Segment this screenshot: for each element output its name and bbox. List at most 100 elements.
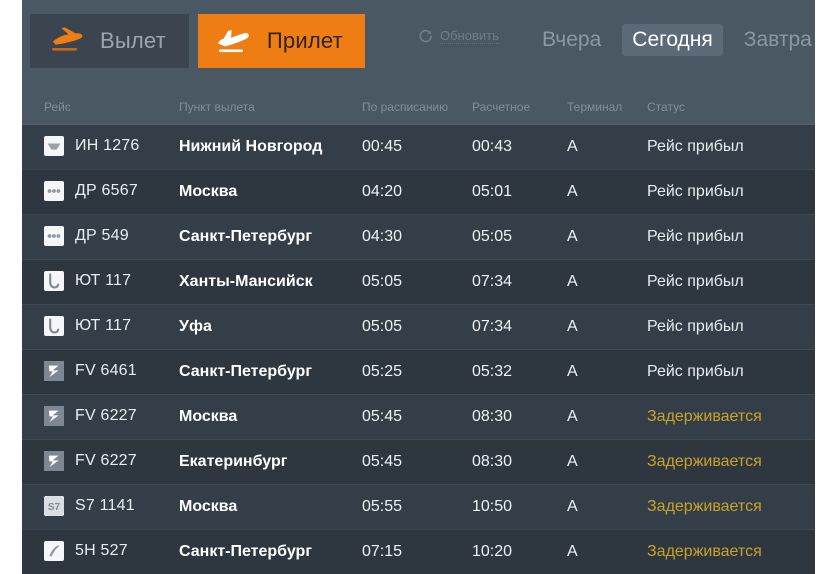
scheduled-time: 05:05 [362,318,402,336]
terminal: A [567,273,578,291]
day-tomorrow-label: Завтра [744,28,812,51]
day-switcher: Вчера Сегодня Завтра [532,24,815,56]
column-header-flight: Рейс [44,100,71,114]
tab-arrivals-label: Прилет [267,28,343,54]
table-row[interactable]: ИН 1276 Нижний Новгород 00:45 00:43 A Рейс пр… [22,125,815,170]
scheduled-time: 05:55 [362,498,402,516]
estimated-time: 07:34 [472,318,512,336]
feather-logo-icon [44,541,64,561]
origin-city: Москва [179,183,237,201]
table-row[interactable]: FV 6227Москва05:4508:30AЗадерживается [22,395,815,440]
refresh-icon [418,29,433,44]
terminal: A [567,543,578,561]
terminal: A [567,183,578,201]
status-badge: Задерживается [647,543,762,561]
table-row[interactable]: S7S7 1141Москва05:5510:50AЗадерживается [22,485,815,530]
origin-city: Екатеринбург [179,453,287,471]
day-yesterday-label: Вчера [542,28,601,51]
estimated-time: 10:20 [472,543,512,561]
origin-city: Москва [179,408,237,426]
column-header-status: Статус [647,100,685,114]
terminal: A [567,228,578,246]
scheduled-time: 05:45 [362,453,402,471]
rossiya-logo-icon [44,406,64,426]
table-row[interactable]: ЮТ 117Ханты-Мансийск05:0507:34AРейс приб… [22,260,815,305]
flight-number: FV 6227 [75,452,137,470]
tab-departures[interactable]: Вылет [30,14,189,68]
status-badge: Рейс прибыл [647,318,744,336]
estimated-time: 05:05 [472,228,512,246]
utair-logo-icon [44,316,64,336]
column-header-estimated: Расчетное [472,100,530,114]
status-badge: Рейс прибыл [647,138,744,156]
izhavia-logo-icon [44,136,64,156]
scheduled-time: 04:20 [362,183,402,201]
s7-logo-icon: S7 [44,496,64,516]
board-header: Вылет Прилет Обновить [22,0,815,88]
origin-city: Ханты-Мансийск [179,273,313,291]
terminal: A [567,408,578,426]
flight-number: ЮТ 117 [75,272,131,290]
flight-number: ЮТ 117 [75,317,131,335]
flights-table: Рейс Пункт вылета По расписанию Расчетно… [22,88,815,574]
table-row[interactable]: 5H 527 Санкт-Петербург 07:15 10:20 A Задержив… [22,530,815,574]
estimated-time: 07:34 [472,273,512,291]
origin-city: Санкт-Петербург [179,228,312,246]
table-row[interactable]: ДР 6567Москва04:2005:01AРейс прибыл [22,170,815,215]
origin-city: Уфа [179,318,212,336]
tab-departures-label: Вылет [100,28,166,54]
plane-takeoff-icon [47,24,87,58]
status-badge: Рейс прибыл [647,363,744,381]
flight-number: ИН 1276 [75,137,140,155]
status-badge: Рейс прибыл [647,183,744,201]
scheduled-time: 04:30 [362,228,402,246]
table-row[interactable]: ЮТ 117 Уфа 05:05 07:34 A Рейс прибыл [22,305,815,350]
utair-logo-icon [44,271,64,291]
status-badge: Задерживается [647,498,762,516]
status-badge: Задерживается [647,453,762,471]
flight-number: FV 6461 [75,362,137,380]
estimated-time: 08:30 [472,453,512,471]
day-yesterday[interactable]: Вчера [532,24,611,56]
estimated-time: 10:50 [472,498,512,516]
table-body: ИН 1276 Нижний Новгород 00:45 00:43 A Рейс пр… [22,125,815,574]
tab-arrivals[interactable]: Прилет [198,14,365,68]
terminal: A [567,453,578,471]
origin-city: Нижний Новгород [179,138,322,156]
estimated-time: 08:30 [472,408,512,426]
table-row[interactable]: FV 6461Санкт-Петербург05:2505:32AРейс пр… [22,350,815,395]
plane-landing-icon [214,24,254,58]
dotted-logo-icon [44,181,64,201]
refresh-label: Обновить [440,29,499,44]
estimated-time: 05:01 [472,183,512,201]
terminal: A [567,498,578,516]
rossiya-logo-icon [44,361,64,381]
status-badge: Задерживается [647,408,762,426]
day-tomorrow[interactable]: Завтра [734,24,815,56]
origin-city: Санкт-Петербург [179,363,312,381]
scheduled-time: 07:15 [362,543,402,561]
svg-text:S7: S7 [48,502,61,513]
table-row[interactable]: FV 6227 Екатеринбург 05:45 08:30 A Задерживае… [22,440,815,485]
scheduled-time: 05:25 [362,363,402,381]
refresh-button[interactable]: Обновить [418,29,499,44]
origin-city: Санкт-Петербург [179,543,312,561]
flight-number: ДР 549 [75,227,129,245]
column-header-origin: Пункт вылета [179,100,255,114]
table-row[interactable]: ДР 549 Санкт-Петербург 04:30 05:05 A Рейс при… [22,215,815,260]
status-badge: Рейс прибыл [647,228,744,246]
mode-tabs: Вылет Прилет [30,14,365,68]
table-header-row: Рейс Пункт вылета По расписанию Расчетно… [22,88,815,125]
estimated-time: 00:43 [472,138,512,156]
terminal: A [567,138,578,156]
scheduled-time: 05:45 [362,408,402,426]
terminal: A [567,318,578,336]
column-header-terminal: Терминал [567,100,622,114]
flight-board-panel: Вылет Прилет Обновить [22,0,815,574]
flight-number: 5H 527 [75,542,128,560]
flight-number: S7 1141 [75,497,135,515]
day-today-label: Сегодня [632,28,712,51]
estimated-time: 05:32 [472,363,512,381]
day-today[interactable]: Сегодня [622,24,722,56]
scheduled-time: 00:45 [362,138,402,156]
